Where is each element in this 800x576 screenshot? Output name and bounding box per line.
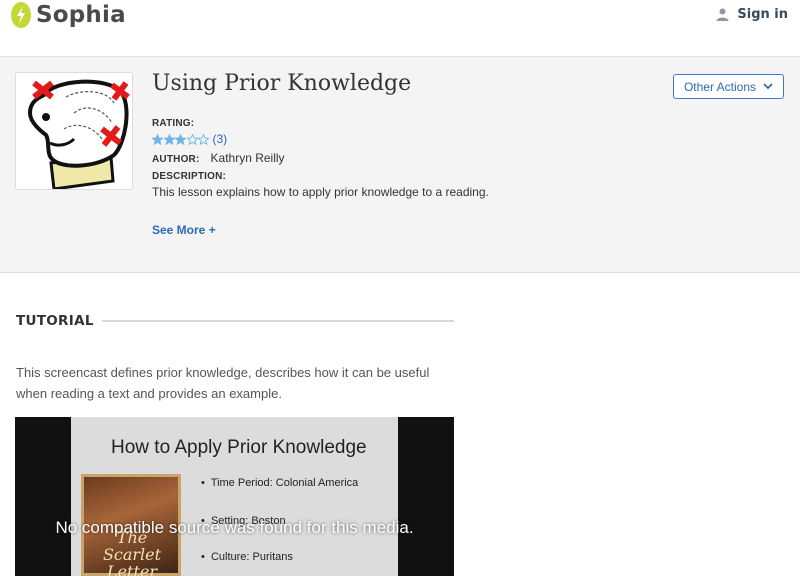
lesson-hero: Using Prior Knowledge Other Actions RATI… — [0, 57, 800, 273]
chevron-down-icon — [763, 83, 773, 90]
sophia-logo-icon — [11, 2, 31, 28]
heading-divider — [101, 320, 454, 322]
logo-text: Sophia — [36, 2, 126, 28]
see-more-link[interactable]: See More + — [152, 223, 216, 237]
lesson-title: Using Prior Knowledge — [152, 71, 412, 96]
video-slide: How to Apply Prior Knowledge The Scarlet… — [71, 417, 398, 576]
description-label: DESCRIPTION: — [152, 171, 227, 182]
video-error-message: No compatible source was found for this … — [55, 518, 414, 537]
slide-bullet-text: Culture: Puritans — [210, 551, 293, 563]
slide-bullet-text: Time Period: Colonial America — [210, 477, 359, 489]
lesson-thumbnail — [15, 72, 133, 190]
site-header: Sophia Sign in — [0, 0, 800, 57]
sign-in-button[interactable]: Sign in — [716, 7, 788, 22]
lesson-description: This lesson explains how to apply prior … — [152, 185, 489, 199]
star-filled-icon — [152, 133, 163, 145]
slide-title: How to Apply Prior Knowledge — [111, 437, 367, 458]
star-row — [152, 133, 210, 145]
rating-count-link[interactable]: (3) — [213, 132, 228, 146]
tutorial-description: This screencast defines prior knowledge,… — [16, 365, 430, 401]
slide-bullet: • Time Period: Colonial America — [201, 477, 359, 489]
star-filled-icon — [175, 133, 186, 145]
author-label: AUTHOR: — [152, 154, 200, 165]
tutorial-heading-text: TUTORIAL — [16, 313, 94, 329]
rating-stars: (3) — [152, 132, 227, 146]
star-empty-icon — [198, 133, 209, 145]
slide-bullet: • Culture: Puritans — [201, 551, 293, 563]
other-actions-button[interactable]: Other Actions — [673, 74, 784, 99]
star-empty-icon — [186, 133, 198, 145]
video-player[interactable]: How to Apply Prior Knowledge The Scarlet… — [15, 417, 454, 576]
star-filled-icon — [163, 133, 175, 145]
author-name: Kathryn Reilly — [210, 151, 285, 165]
author-row: AUTHOR: Kathryn Reilly — [152, 151, 285, 165]
user-icon — [716, 8, 729, 21]
head-gears-illustration — [27, 79, 130, 189]
sophia-logo[interactable]: Sophia — [10, 1, 126, 29]
other-actions-label: Other Actions — [683, 79, 757, 94]
sign-in-label: Sign in — [737, 7, 788, 22]
tutorial-heading: TUTORIAL — [16, 313, 454, 329]
rating-label: RATING: — [152, 118, 195, 129]
